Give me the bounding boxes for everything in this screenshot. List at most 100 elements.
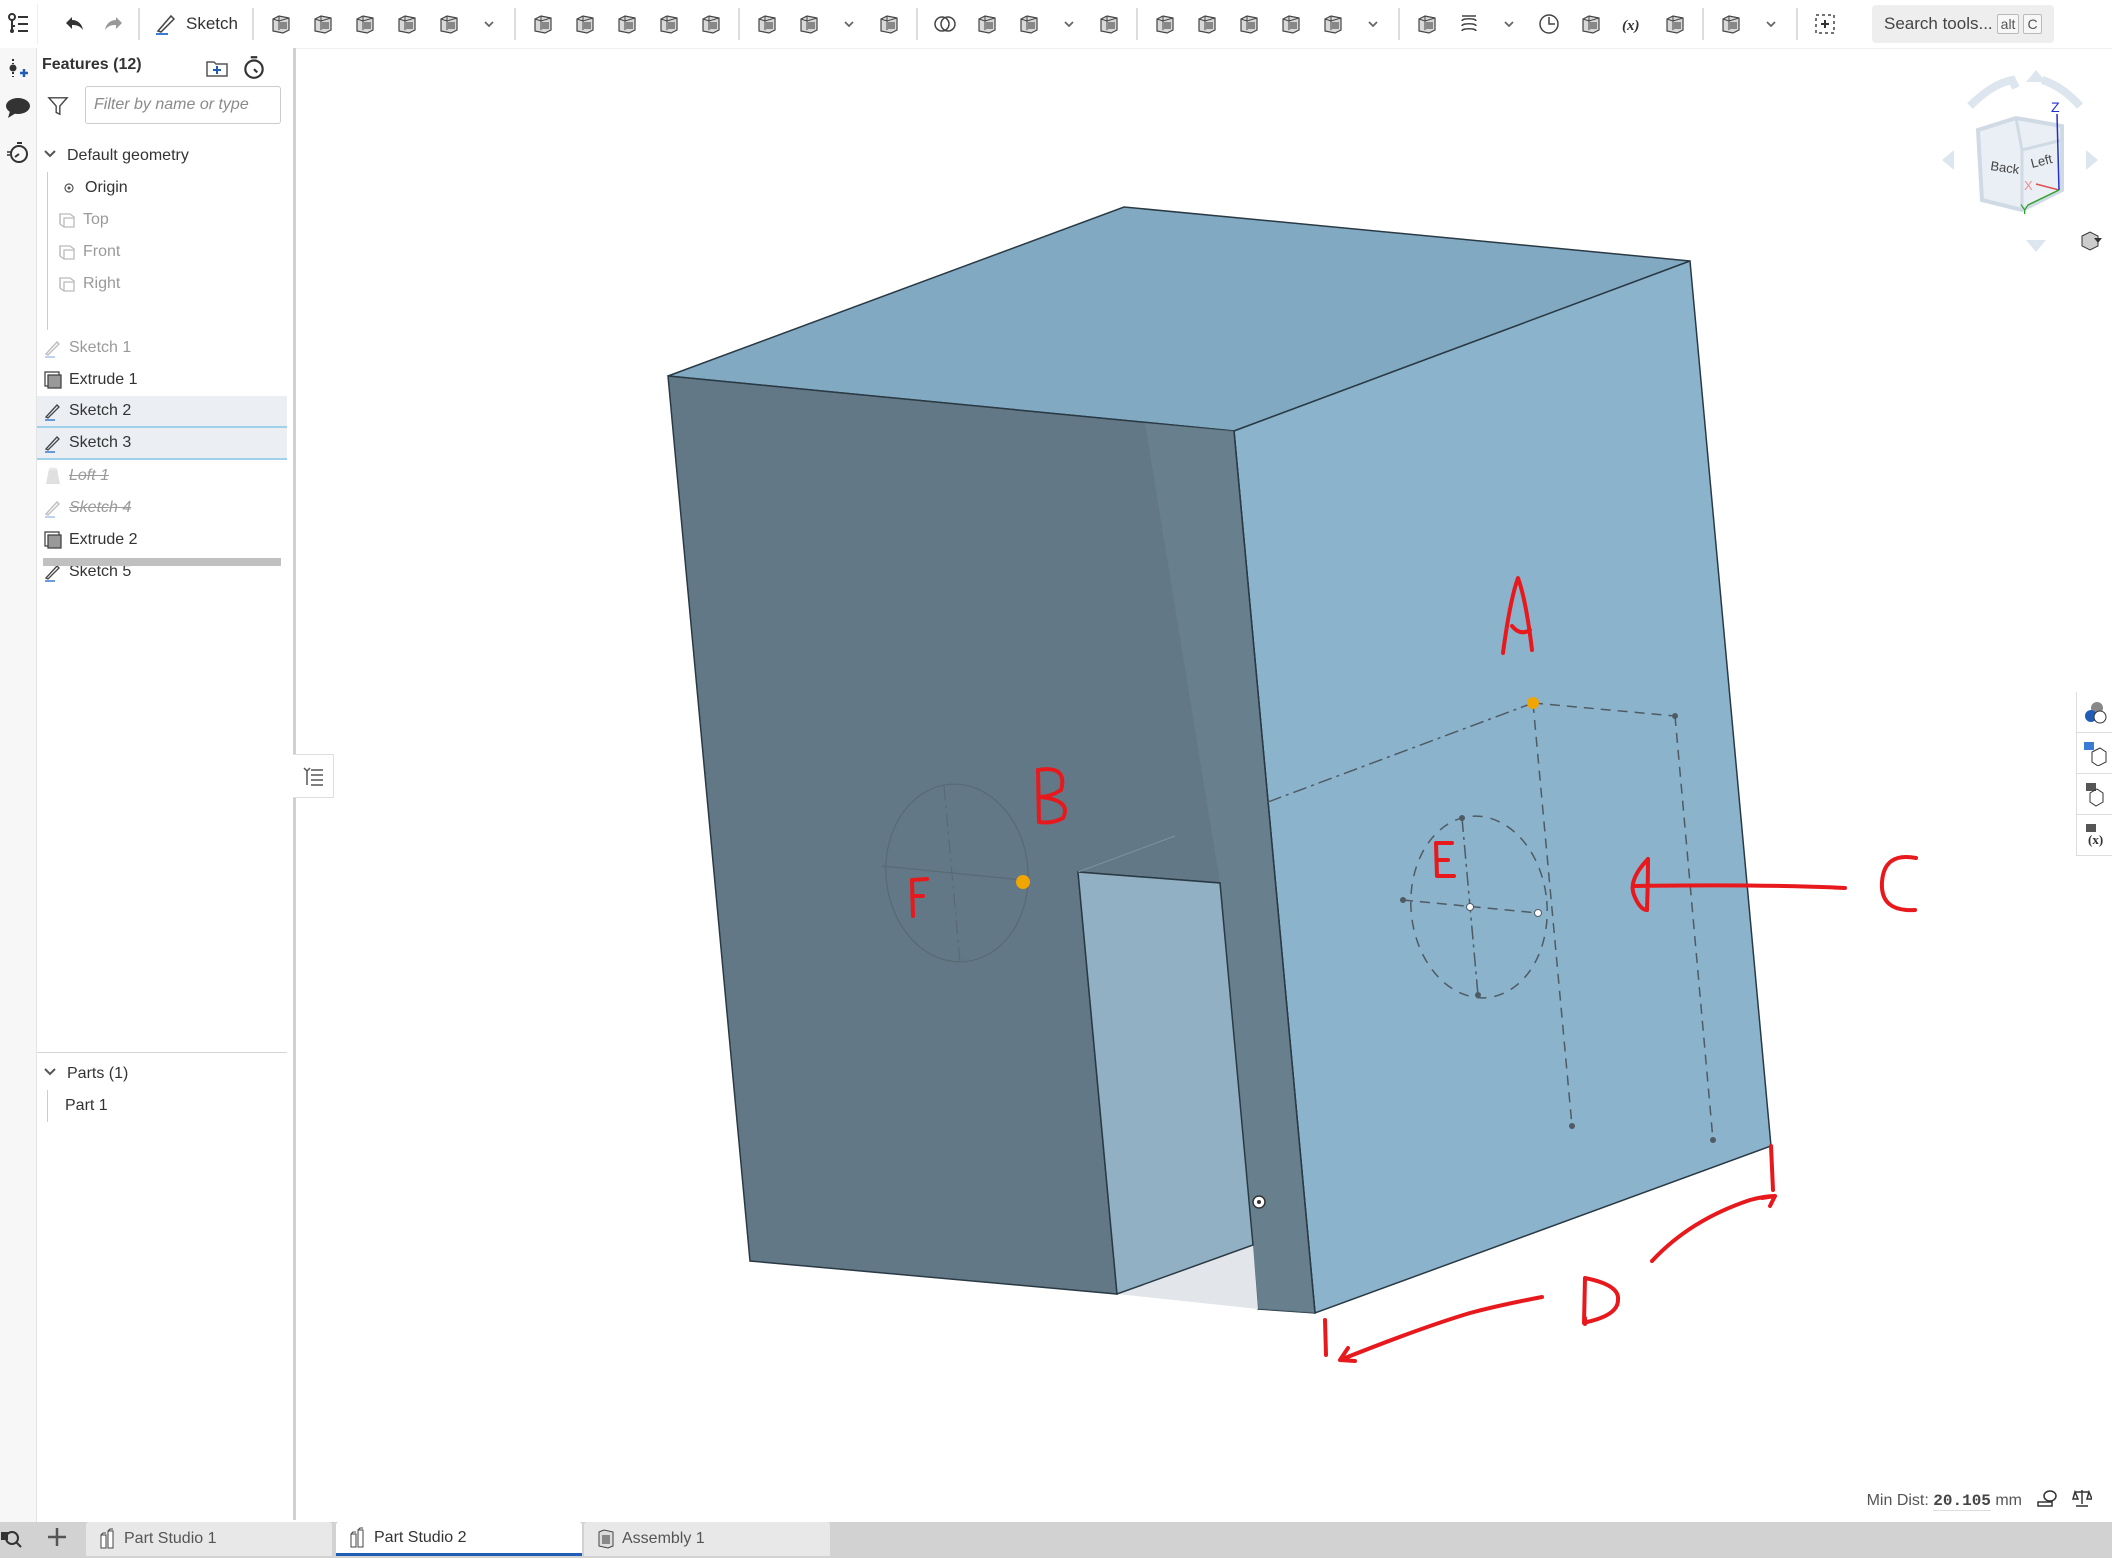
fillet-button[interactable]: [522, 4, 564, 44]
thicken-button[interactable]: [428, 4, 470, 44]
default-geometry-item[interactable]: Right: [37, 268, 287, 300]
feature-item[interactable]: Sketch 1: [37, 332, 287, 364]
rib-button[interactable]: [648, 4, 690, 44]
derived-icon: [1666, 15, 1684, 34]
feature-item[interactable]: Extrude 2: [37, 524, 287, 556]
redo-button[interactable]: [94, 4, 132, 44]
feature-item[interactable]: Sketch 4: [37, 492, 287, 524]
move-face-button[interactable]: [1228, 4, 1270, 44]
pan-down-arrow[interactable]: [2026, 240, 2046, 252]
undo-button[interactable]: [56, 4, 94, 44]
mass-properties-button[interactable]: [2072, 1488, 2094, 1513]
split-button[interactable]: [966, 4, 1008, 44]
feature-item[interactable]: Sketch 2: [37, 396, 287, 428]
loft-button[interactable]: [386, 4, 428, 44]
chamfer-button[interactable]: [564, 4, 606, 44]
section-view-button[interactable]: [1710, 4, 1752, 44]
variable-button[interactable]: (x): [1612, 4, 1654, 44]
feature-item[interactable]: Sketch 3: [37, 428, 287, 460]
rotate-left-arrow[interactable]: [1967, 75, 2020, 109]
document-tab-bar: Part Studio 1 Part Studio 2 Assembly 1: [0, 1522, 2112, 1558]
view-mode-dropdown[interactable]: [2081, 231, 2102, 251]
model-canvas[interactable]: [296, 48, 2112, 1522]
rotate-right-arrow[interactable]: [2040, 76, 2083, 109]
boolean-button[interactable]: [924, 4, 966, 44]
helix-dropdown[interactable]: [1490, 4, 1528, 44]
parts-group[interactable]: Parts (1): [37, 1058, 287, 1090]
tab-assembly-1[interactable]: Assembly 1: [584, 1522, 830, 1556]
rebuild-timer-button[interactable]: [241, 54, 267, 80]
delete-part-icon: [1100, 15, 1118, 34]
default-geometry-group[interactable]: Default geometry: [37, 140, 287, 172]
pan-left-arrow[interactable]: [1942, 150, 1954, 170]
right-face[interactable]: [1233, 259, 1772, 1315]
extrude-icon: [44, 371, 62, 389]
configured-variables-button[interactable]: [2077, 774, 2112, 815]
insert-mate-connector-button[interactable]: [4, 54, 32, 82]
shortcut-key-c: C: [2023, 14, 2042, 34]
min-dist-value[interactable]: 20.105: [1933, 1491, 1991, 1511]
derived-button[interactable]: [1654, 4, 1696, 44]
default-geometry-item[interactable]: Origin: [37, 172, 287, 204]
stopwatch-icon: [7, 142, 28, 163]
tab-part-studio-2[interactable]: Part Studio 2: [336, 1522, 582, 1556]
measure-button[interactable]: [2036, 1488, 2058, 1513]
stopwatch-icon: [244, 56, 264, 79]
highlighted-point[interactable]: [1527, 697, 1539, 709]
feature-list-toggle[interactable]: [0, 4, 38, 44]
helix-button[interactable]: [1448, 4, 1490, 44]
pan-right-arrow[interactable]: [2086, 150, 2098, 170]
highlighted-point[interactable]: [1016, 875, 1030, 889]
default-geometry-item[interactable]: Top: [37, 204, 287, 236]
transform-button[interactable]: [1008, 4, 1050, 44]
pattern-button[interactable]: [788, 4, 830, 44]
add-tab-button[interactable]: [44, 1526, 70, 1552]
variable-table-icon: (x): [2086, 824, 2103, 847]
shell-button[interactable]: [690, 4, 732, 44]
transform-dropdown[interactable]: [1050, 4, 1088, 44]
axis-z-label: Z: [2051, 99, 2060, 115]
comments-button[interactable]: [4, 94, 32, 122]
search-tools-button[interactable]: Search tools... alt C: [1871, 5, 2054, 43]
delete-face-button[interactable]: [1186, 4, 1228, 44]
modify-fillet-button[interactable]: [1144, 4, 1186, 44]
configurations-button[interactable]: [2077, 733, 2112, 774]
thicken-dropdown[interactable]: [470, 4, 508, 44]
feature-item[interactable]: Loft 1: [37, 460, 287, 492]
default-geometry-item[interactable]: Front: [37, 236, 287, 268]
filter-input[interactable]: [85, 86, 281, 124]
mirror-button[interactable]: [868, 4, 910, 44]
feature-item[interactable]: Extrude 1: [37, 364, 287, 396]
appearance-button[interactable]: [2077, 692, 2112, 733]
section-view-dropdown[interactable]: [1752, 4, 1790, 44]
view-cube[interactable]: Back Left X Y Z: [1912, 60, 2102, 260]
part-item[interactable]: Part 1: [37, 1090, 287, 1122]
offset-surface-dropdown[interactable]: [1354, 4, 1392, 44]
search-icon: [1, 1531, 22, 1548]
annotation-d: [1582, 1276, 1621, 1326]
extrude-button[interactable]: [260, 4, 302, 44]
tab-part-studio-1[interactable]: Part Studio 1: [86, 1522, 332, 1556]
rollback-bar[interactable]: [43, 558, 281, 566]
filter-button[interactable]: [47, 95, 69, 117]
revolve-button[interactable]: [302, 4, 344, 44]
hole-button[interactable]: [746, 4, 788, 44]
pan-up-arrow[interactable]: [2026, 70, 2046, 82]
add-folder-button[interactable]: [205, 56, 229, 80]
search-tabs-button[interactable]: [0, 1528, 26, 1554]
draft-button[interactable]: [606, 4, 648, 44]
performance-button[interactable]: [4, 138, 32, 166]
import-button[interactable]: [1570, 4, 1612, 44]
sketch-icon: [44, 404, 60, 421]
offset-surface-button[interactable]: [1312, 4, 1354, 44]
pattern-dropdown[interactable]: [830, 4, 868, 44]
variable-table-button[interactable]: (x): [2077, 815, 2112, 856]
plane-button[interactable]: [1406, 4, 1448, 44]
sketch-button[interactable]: Sketch: [146, 4, 246, 44]
delete-part-button[interactable]: [1088, 4, 1130, 44]
replace-face-button[interactable]: [1270, 4, 1312, 44]
sweep-button[interactable]: [344, 4, 386, 44]
graphics-viewport[interactable]: A B C D E F: [296, 48, 2112, 1522]
add-custom-feature-button[interactable]: [1804, 4, 1846, 44]
mate-connector-button[interactable]: [1528, 4, 1570, 44]
